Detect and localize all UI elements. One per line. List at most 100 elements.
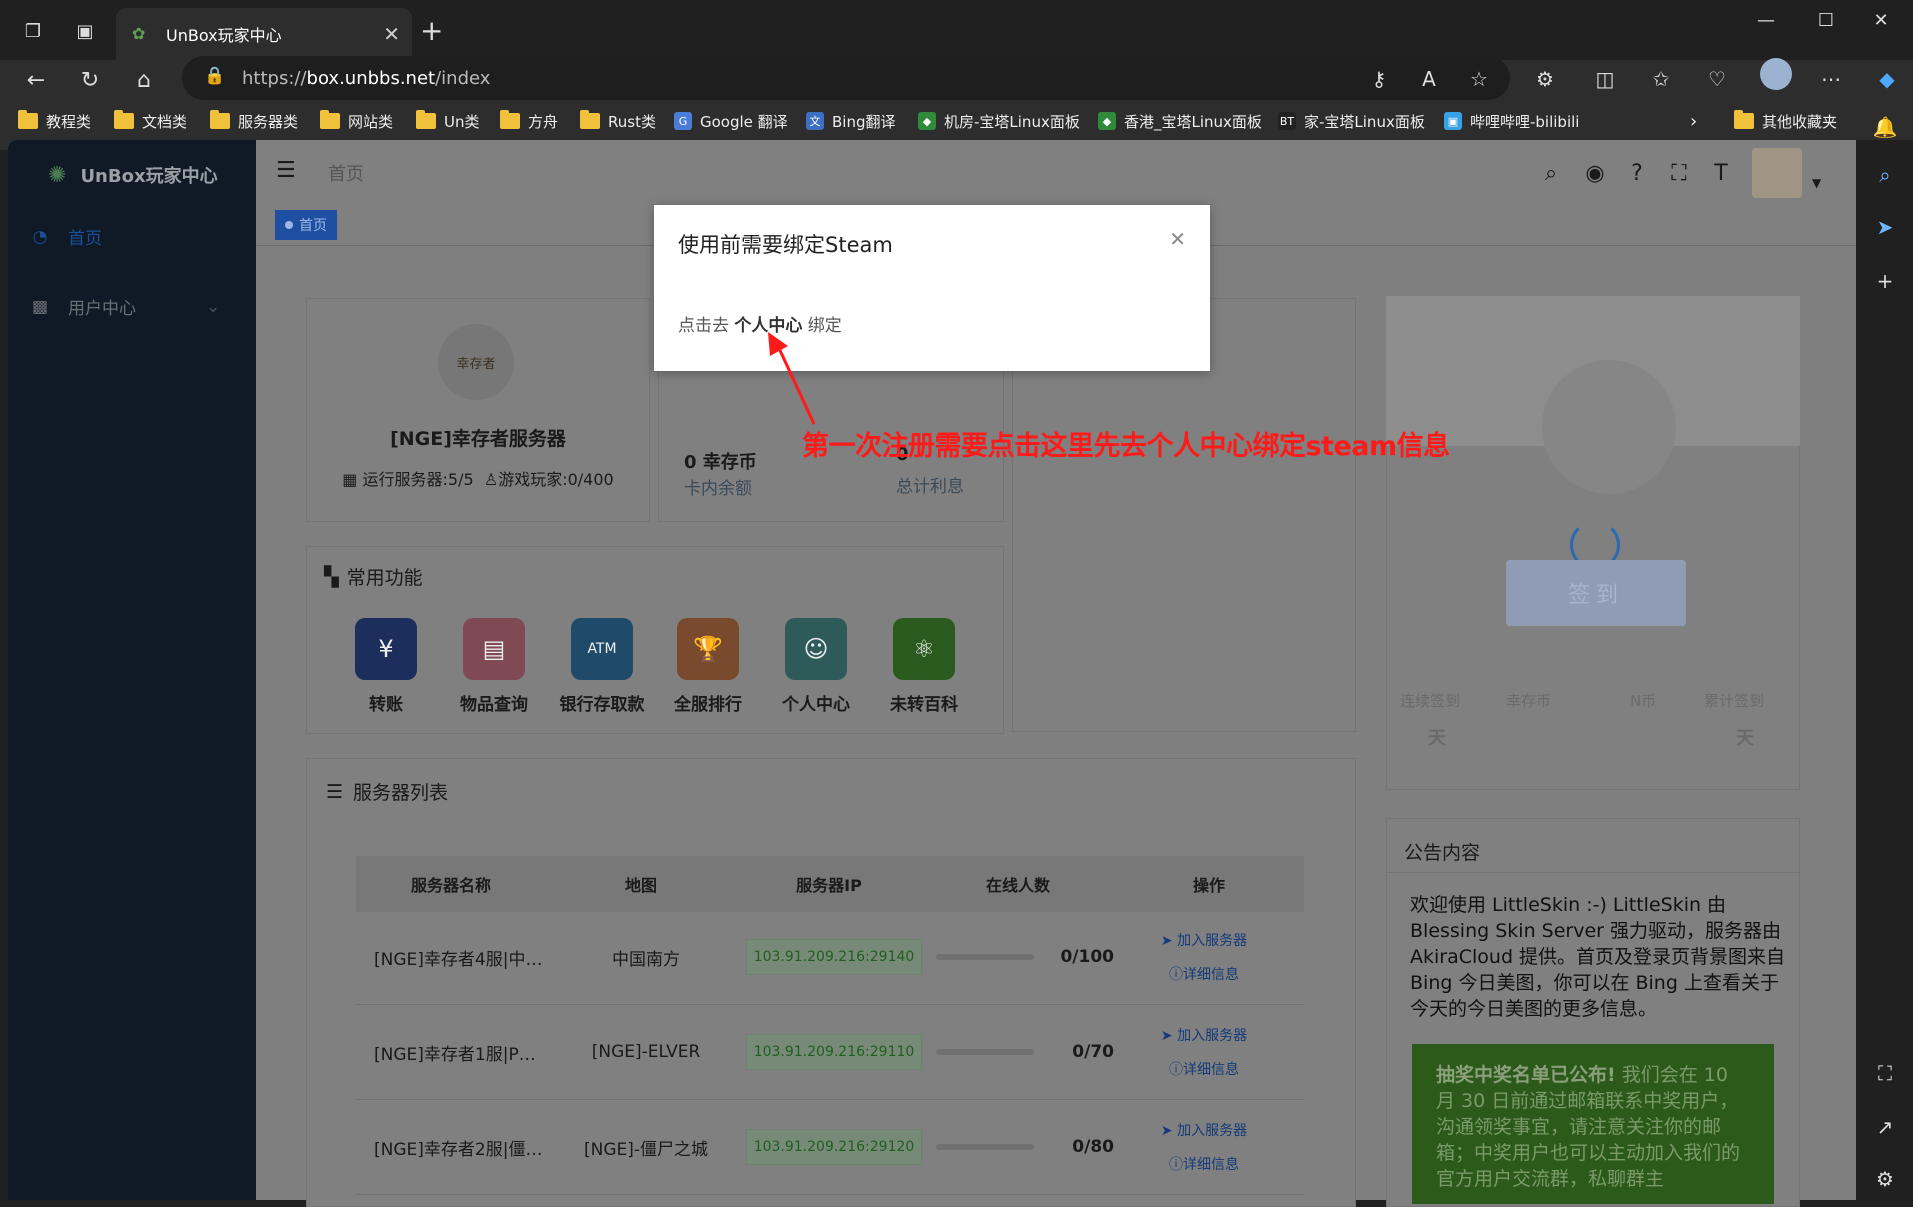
fn-item-query[interactable]: ▤ 物品查询 xyxy=(444,618,544,715)
bookmark-5[interactable]: 方舟 xyxy=(500,106,558,136)
folder-icon xyxy=(18,110,38,129)
join-server-link[interactable]: ➤ 加入服务器 xyxy=(1161,1120,1247,1140)
tag-dot xyxy=(285,221,293,229)
tag-home[interactable]: 首页 xyxy=(275,210,337,240)
settings-gear-icon[interactable]: ⚙ xyxy=(1870,1164,1900,1194)
menu-toggle-icon[interactable]: ☰ xyxy=(276,158,296,183)
functions-title: ▚ 常用功能 xyxy=(324,563,423,590)
tag-label: 首页 xyxy=(299,218,327,234)
map-cell: [NGE]-ELVER xyxy=(591,1042,701,1062)
bookmark-2[interactable]: 服务器类 xyxy=(210,106,298,136)
favorites-icon[interactable]: ✩ xyxy=(1644,62,1678,96)
fn-bank[interactable]: ATM 银行存取款 xyxy=(552,618,652,715)
tab-actions-icon[interactable]: ▣ xyxy=(68,14,102,48)
bookmark-10[interactable]: ◆ 香港_宝塔Linux面板 xyxy=(1098,106,1262,136)
tab-title: UnBox玩家中心 xyxy=(166,26,282,45)
server-list-title-text: 服务器列表 xyxy=(353,782,449,804)
online-count: 0/70 xyxy=(1072,1042,1114,1062)
user-avatar[interactable] xyxy=(1752,148,1802,198)
bookmark-0[interactable]: 教程类 xyxy=(18,106,91,136)
bookmark-6[interactable]: Rust类 xyxy=(580,106,656,136)
extensions-icon[interactable]: ⚙ xyxy=(1528,62,1562,96)
other-bookmarks[interactable]: 其他收藏夹 xyxy=(1734,106,1837,136)
online-progress-bar xyxy=(936,954,1034,960)
screenshot-icon[interactable]: ⛶ xyxy=(1870,1058,1900,1088)
join-server-link[interactable]: ➤ 加入服务器 xyxy=(1161,930,1247,950)
more-menu-icon[interactable]: ⋯ xyxy=(1814,62,1848,96)
sidebar-item-user-center[interactable]: ▩ 用户中心 ⌄ xyxy=(30,294,220,320)
detail-link[interactable]: ⓘ详细信息 xyxy=(1169,964,1239,984)
bookmark-label: 家-宝塔Linux面板 xyxy=(1304,112,1425,131)
bookmark-4[interactable]: Un类 xyxy=(416,106,480,136)
bookmark-label: Un类 xyxy=(444,112,480,131)
table-row: [NGE]幸存者1服|P… [NGE]-ELVER 103.91.209.216… xyxy=(356,1005,1304,1100)
bookmark-label: 其他收藏夹 xyxy=(1762,112,1838,131)
fn-ranking[interactable]: 🏆 全服排行 xyxy=(658,618,758,715)
split-screen-icon[interactable]: ◫ xyxy=(1588,62,1622,96)
fn-label: 个人中心 xyxy=(782,695,850,715)
back-icon[interactable]: ← xyxy=(18,62,54,98)
google-translate-icon: G xyxy=(674,112,692,130)
fn-label: 转账 xyxy=(369,695,403,715)
caret-down-icon[interactable]: ▼ xyxy=(1812,176,1821,190)
maximize-icon[interactable]: ☐ xyxy=(1803,10,1849,31)
home-icon[interactable]: ⌂ xyxy=(126,62,162,98)
add-icon[interactable]: + xyxy=(1870,266,1900,296)
bookmark-1[interactable]: 文档类 xyxy=(114,106,187,136)
minimize-icon[interactable]: — xyxy=(1743,10,1789,31)
browser-essentials-icon[interactable]: ♡ xyxy=(1700,62,1734,96)
online-progress-bar xyxy=(936,1144,1034,1150)
announcement-body: 欢迎使用 LittleSkin :-) LittleSkin 由 Blessin… xyxy=(1410,894,1786,1020)
shield-icon: ◆ xyxy=(918,112,936,130)
server-ip-badge[interactable]: 103.91.209.216:29120 xyxy=(746,1129,922,1165)
chevron-right-icon[interactable]: › xyxy=(1690,106,1697,136)
bookmark-9[interactable]: ◆ 机房-宝塔Linux面板 xyxy=(918,106,1080,136)
font-size-icon[interactable]: T xyxy=(1706,158,1736,188)
detail-link[interactable]: ⓘ详细信息 xyxy=(1169,1154,1239,1174)
lottery-notice: 抽奖中奖名单已公布! 我们会在 10 月 30 日前通过邮箱联系中奖用户，沟通领… xyxy=(1412,1044,1774,1204)
search-icon[interactable]: ⌕ xyxy=(1870,160,1900,190)
checkin-button[interactable]: 签到 xyxy=(1506,560,1686,626)
join-server-link[interactable]: ➤ 加入服务器 xyxy=(1161,1025,1247,1045)
help-icon[interactable]: ? xyxy=(1622,158,1652,188)
fn-wiki[interactable]: ⚛ 未转百科 xyxy=(874,618,974,715)
read-aloud-icon[interactable]: A xyxy=(1412,62,1446,96)
app-logo[interactable]: ✺ UnBox玩家中心 xyxy=(48,162,218,188)
github-icon[interactable]: ◉ xyxy=(1580,158,1610,188)
workspaces-icon[interactable]: ❐ xyxy=(16,14,50,48)
sidebar-item-home[interactable]: ◔ 首页 xyxy=(30,224,102,250)
detail-label: 详细信息 xyxy=(1183,1062,1239,1078)
bookmark-11[interactable]: BT 家-宝塔Linux面板 xyxy=(1278,106,1425,136)
bookmark-12[interactable]: ▣ 哔哩哔哩-bilibili xyxy=(1444,106,1579,136)
lock-icon[interactable]: 🔒 xyxy=(204,66,225,86)
table-row: [NGE]幸存者2服|僵… [NGE]-僵尸之城 103.91.209.216:… xyxy=(356,1100,1304,1195)
reload-icon[interactable]: ↻ xyxy=(72,62,108,98)
send-icon[interactable]: ➤ xyxy=(1870,212,1900,242)
window-close-icon[interactable]: ✕ xyxy=(1858,10,1904,31)
favorite-star-icon[interactable]: ☆ xyxy=(1462,62,1496,96)
fn-transfer[interactable]: ¥ 转账 xyxy=(336,618,436,715)
new-tab-icon[interactable]: + xyxy=(420,14,443,47)
notification-bell-icon[interactable]: 🔔 xyxy=(1870,112,1900,142)
column-header: 服务器IP xyxy=(796,876,862,895)
address-bar[interactable]: https://box.unbbs.net/index xyxy=(182,56,1510,100)
detail-link[interactable]: ⓘ详细信息 xyxy=(1169,1059,1239,1079)
copilot-icon[interactable]: ◆ xyxy=(1870,62,1904,96)
close-icon[interactable]: ✕ xyxy=(1169,227,1186,251)
server-ip-badge[interactable]: 103.91.209.216:29110 xyxy=(746,1034,922,1070)
search-icon[interactable]: ⌕ xyxy=(1536,158,1566,188)
folder-icon xyxy=(320,110,340,129)
profile-avatar[interactable] xyxy=(1760,58,1792,90)
fn-personal-center[interactable]: ☺ 个人中心 xyxy=(766,618,866,715)
fullscreen-icon[interactable]: ⛶ xyxy=(1664,158,1694,188)
stat-value: 天 xyxy=(1736,728,1754,749)
browser-tab[interactable]: ✿ UnBox玩家中心 ✕ xyxy=(116,8,412,60)
key-icon[interactable]: ⚷ xyxy=(1362,62,1396,96)
close-tab-icon[interactable]: ✕ xyxy=(383,22,400,46)
open-external-icon[interactable]: ↗ xyxy=(1870,1112,1900,1142)
bookmark-label: 哔哩哔哩-bilibili xyxy=(1470,112,1580,131)
server-ip-badge[interactable]: 103.91.209.216:29140 xyxy=(746,939,922,975)
bookmark-8[interactable]: 文 Bing翻译 xyxy=(806,106,896,136)
bookmark-3[interactable]: 网站类 xyxy=(320,106,393,136)
bookmark-7[interactable]: G Google 翻译 xyxy=(674,106,788,136)
